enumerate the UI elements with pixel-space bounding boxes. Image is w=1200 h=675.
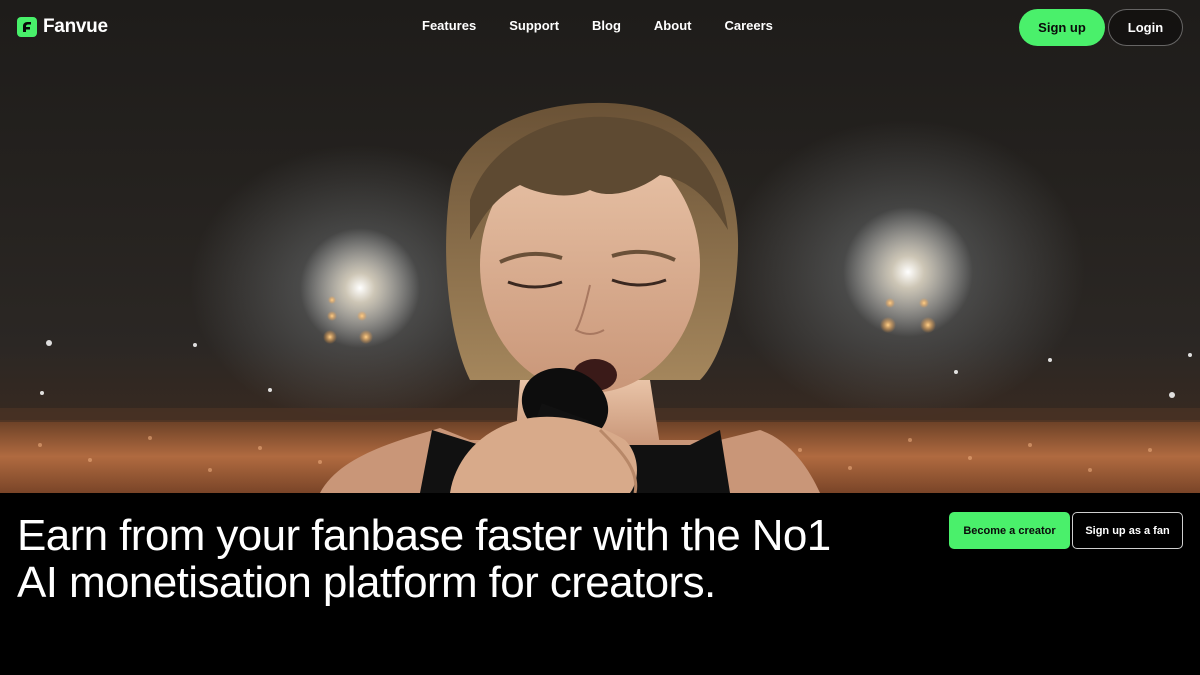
sign-up-as-fan-button[interactable]: Sign up as a fan: [1072, 512, 1183, 549]
concert-scene-illustration: [0, 102, 1200, 493]
nav-link-features[interactable]: Features: [422, 18, 476, 36]
top-navigation: Fanvue Features Support Blog About Caree…: [0, 0, 1200, 54]
nav-link-support[interactable]: Support: [509, 18, 559, 36]
brand-name: Fanvue: [43, 16, 108, 37]
nav-link-about[interactable]: About: [654, 18, 692, 36]
nav-links: Features Support Blog About Careers: [422, 18, 773, 36]
brand-logo-link[interactable]: Fanvue: [17, 16, 108, 38]
landing-page: Fanvue Features Support Blog About Caree…: [0, 0, 1200, 675]
login-button[interactable]: Login: [1108, 9, 1183, 46]
nav-link-careers[interactable]: Careers: [724, 18, 772, 36]
become-creator-button[interactable]: Become a creator: [949, 512, 1070, 549]
fanvue-logo-icon: [17, 17, 37, 37]
hero-headline: Earn from your fanbase faster with the N…: [17, 511, 831, 607]
nav-link-blog[interactable]: Blog: [592, 18, 621, 36]
hero-image: [0, 0, 1200, 493]
sign-up-button[interactable]: Sign up: [1019, 9, 1105, 46]
